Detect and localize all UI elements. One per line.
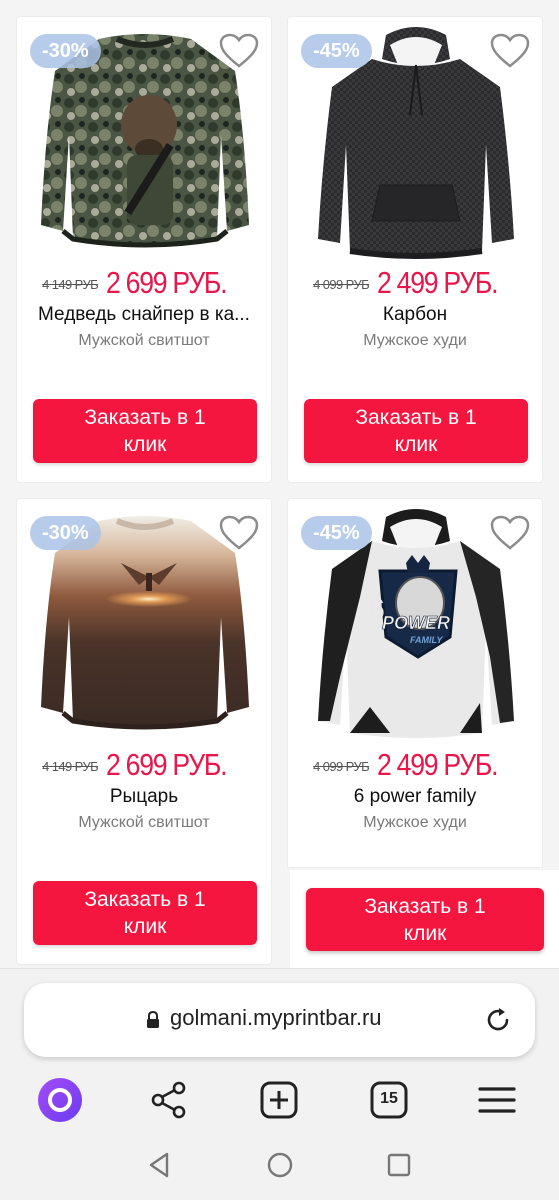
order-one-click-button[interactable]: Заказать в 1 клик — [33, 399, 257, 463]
menu-icon[interactable] — [474, 1077, 520, 1123]
alice-icon[interactable] — [37, 1077, 83, 1123]
product-grid: -30% 4 149 РУБ 2 699 РУБ. Медведь снайпер… — [0, 0, 559, 968]
order-button-label: Заказать в 1 клик — [84, 406, 206, 456]
product-card[interactable]: -30% 4 149 РУБ 2 699 РУБ. Медведь снайпер… — [16, 16, 272, 483]
price-row: 4 099 РУБ 2 499 РУБ. — [288, 747, 542, 783]
home-icon[interactable] — [265, 1150, 295, 1180]
tab-count: 15 — [380, 1090, 398, 1107]
heart-icon[interactable] — [490, 33, 530, 69]
old-price: 4 149 РУБ — [42, 759, 99, 774]
url-text[interactable]: golmani.myprintbar.ru — [170, 1005, 382, 1031]
price-row: 4 149 РУБ 2 699 РУБ. — [17, 747, 271, 783]
discount-badge: -30% — [30, 516, 101, 550]
new-price: 2 499 РУБ. — [377, 747, 499, 782]
screen: -30% 4 149 РУБ 2 699 РУБ. Медведь снайпер… — [0, 0, 559, 1200]
order-button-label: Заказать в 1 клик — [355, 406, 477, 456]
logo-word: POWER — [382, 613, 450, 633]
discount-badge: -30% — [30, 34, 101, 68]
heart-icon[interactable] — [219, 33, 259, 69]
old-price: 4 099 РУБ — [313, 277, 370, 292]
order-button-label: Заказать в 1 клик — [84, 888, 206, 938]
product-card[interactable]: -45% 4 099 РУБ 2 499 РУБ. Карбон Мужское … — [287, 16, 543, 483]
price-row: 4 099 РУБ 2 499 РУБ. — [288, 265, 542, 301]
logo-sub: FAMILY — [410, 635, 443, 645]
product-category: Мужской свитшот — [78, 814, 210, 831]
tabs-button[interactable]: 15 — [366, 1077, 412, 1123]
product-card[interactable]: 6 POWER FAMILY -45% 4 099 РУБ 2 499 РУБ. … — [287, 498, 543, 868]
old-price: 4 149 РУБ — [42, 277, 99, 292]
browser-bottom-bar: golmani.myprintbar.ru 15 — [0, 968, 559, 1128]
discount-badge: -45% — [301, 34, 372, 68]
order-one-click-button[interactable]: Заказать в 1 клик — [304, 399, 528, 463]
product-category: Мужской свитшот — [78, 332, 210, 349]
order-one-click-button[interactable]: Заказать в 1 клик — [33, 881, 257, 945]
share-icon[interactable] — [146, 1077, 192, 1123]
heart-icon[interactable] — [219, 515, 259, 551]
new-price: 2 699 РУБ. — [106, 265, 228, 300]
price-row: 4 149 РУБ 2 699 РУБ. — [17, 265, 271, 301]
new-tab-icon[interactable] — [256, 1077, 302, 1123]
back-icon[interactable] — [145, 1150, 175, 1180]
product-category: Мужское худи — [363, 332, 467, 349]
old-price: 4 099 РУБ — [313, 759, 370, 774]
order-button-label: Заказать в 1 клик — [364, 895, 486, 945]
address-bar[interactable]: golmani.myprintbar.ru — [24, 983, 535, 1057]
product-name[interactable]: 6 power family — [294, 786, 536, 808]
product-category: Мужское худи — [363, 814, 467, 831]
discount-badge: -45% — [301, 516, 372, 550]
product-name[interactable]: Медведь снайпер в ка... — [23, 304, 265, 326]
system-navigation-bar — [0, 1128, 559, 1200]
heart-icon[interactable] — [490, 515, 530, 551]
order-one-click-button[interactable]: Заказать в 1 клик — [306, 888, 544, 951]
new-price: 2 699 РУБ. — [106, 747, 228, 782]
recents-icon[interactable] — [384, 1150, 414, 1180]
lock-icon — [147, 1011, 159, 1028]
product-name[interactable]: Карбон — [294, 304, 536, 326]
product-card[interactable]: -30% 4 149 РУБ 2 699 РУБ. Рыцарь Мужской … — [16, 498, 272, 965]
new-price: 2 499 РУБ. — [377, 265, 499, 300]
product-name[interactable]: Рыцарь — [23, 786, 265, 808]
reload-icon[interactable] — [483, 1005, 513, 1035]
